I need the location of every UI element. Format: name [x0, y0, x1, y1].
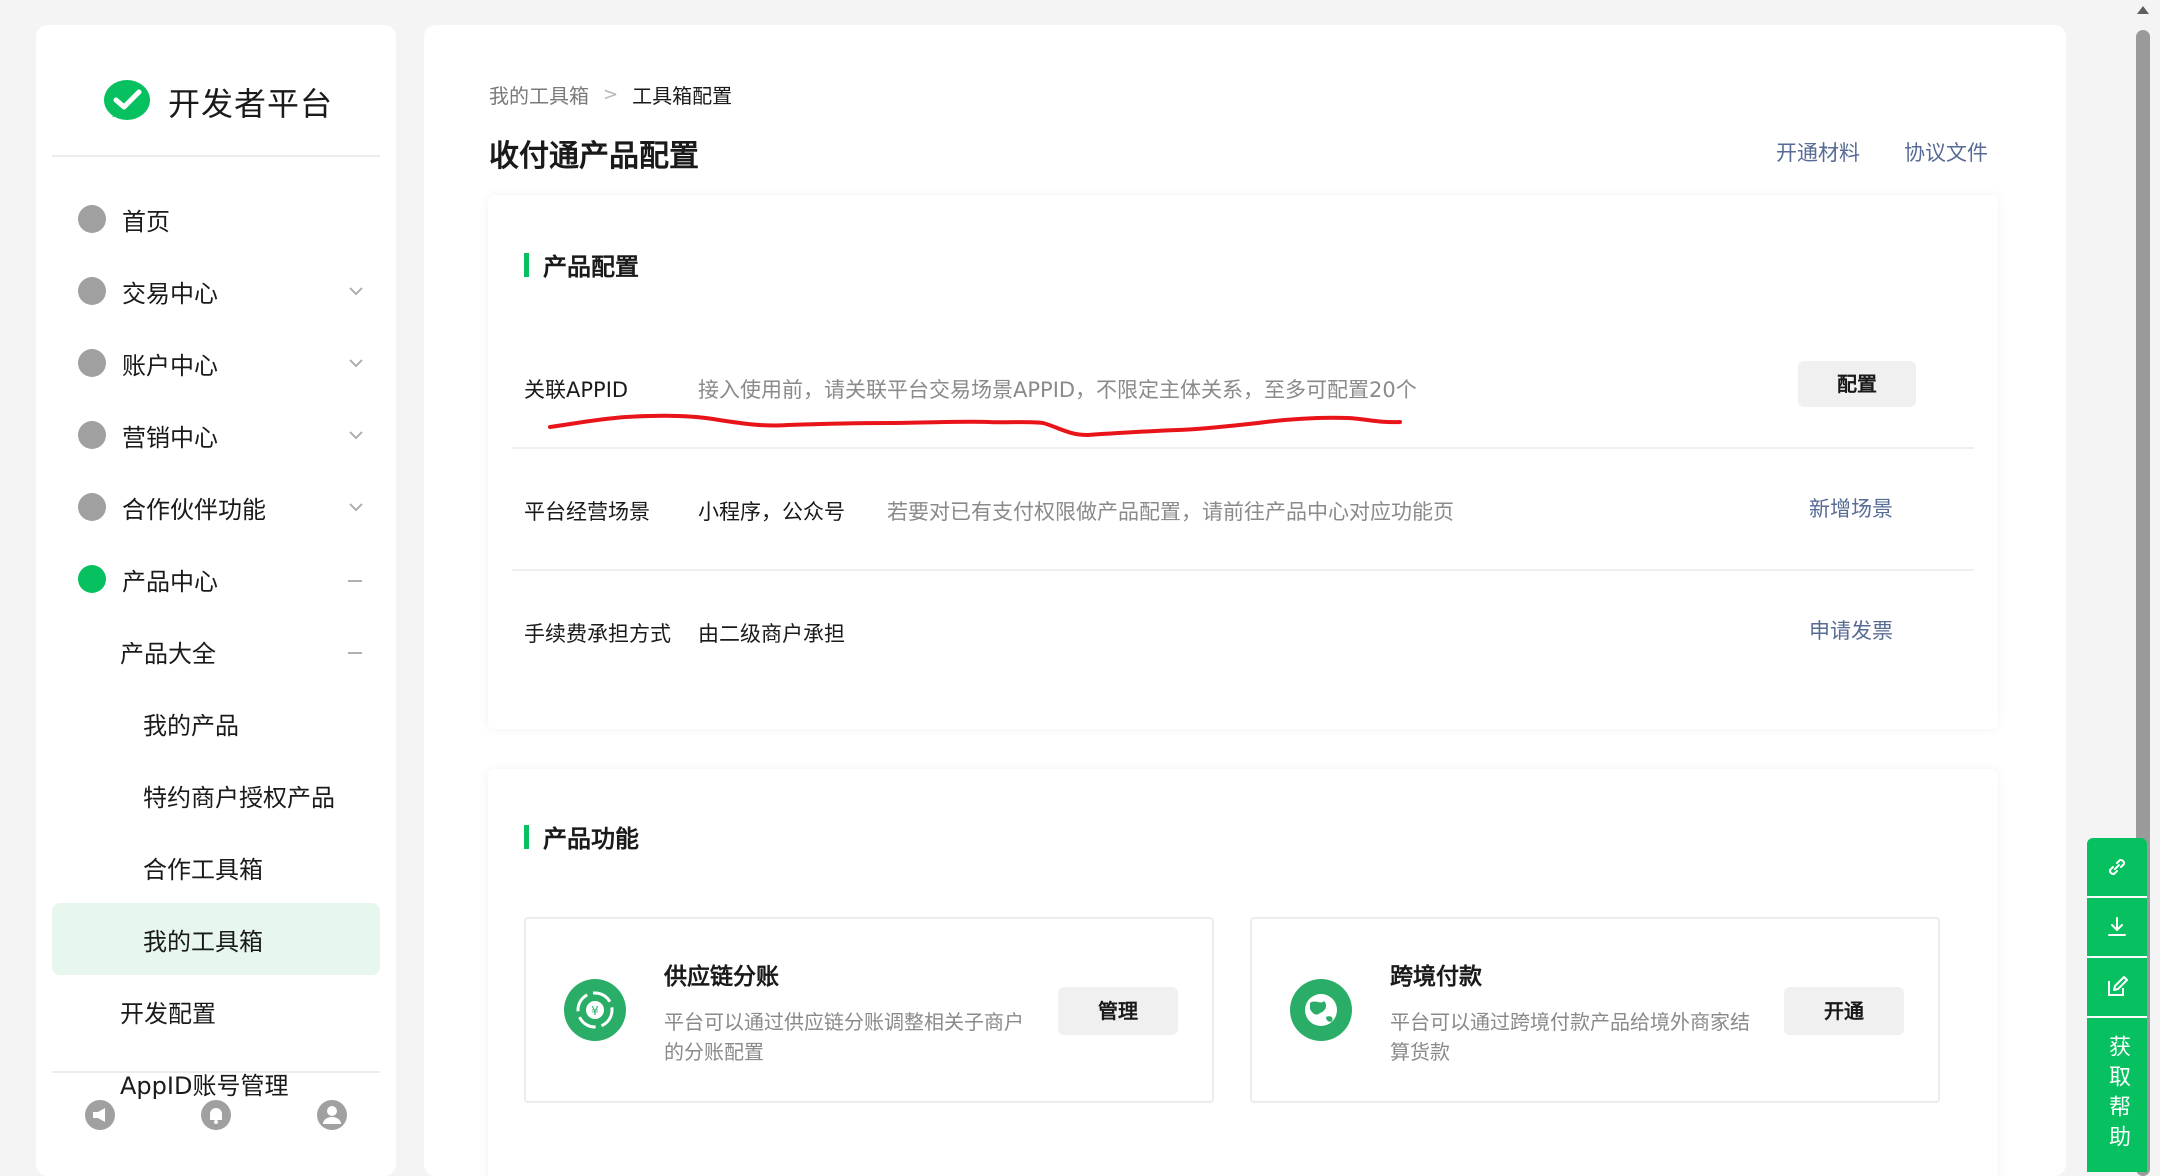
sidebar-item-partner[interactable]: 合作伙伴功能: [52, 471, 380, 543]
sidebar-item-label: 首页: [122, 207, 170, 236]
link-button[interactable]: [2087, 838, 2147, 898]
sidebar: 开发者平台 首页 交易中心 账户中心 营销中心 合作伙伴功能 产品中心 产品大全…: [36, 25, 396, 1176]
section-title: 产品功能: [524, 819, 639, 854]
chevron-down-icon: [349, 431, 363, 440]
product-center-icon: [78, 565, 106, 593]
main-content: 我的工具箱 > 工具箱配置 收付通产品配置 开通材料 协议文件 产品配置 关联A…: [424, 25, 2066, 1176]
bell-icon[interactable]: [200, 1099, 232, 1131]
sidebar-item-label: 交易中心: [122, 279, 218, 308]
page-title: 收付通产品配置: [489, 139, 699, 174]
row-key: 平台经营场景: [524, 500, 650, 524]
trade-icon: [78, 277, 106, 305]
breadcrumb: 我的工具箱 > 工具箱配置: [489, 80, 732, 109]
row-value: 小程序，公众号: [698, 500, 845, 524]
svg-text:¥: ¥: [591, 1004, 599, 1018]
product-functions-card: 产品功能 ¥ 供应链分账 平台可以通过供应链分账调整相关子商户的分账配置 管理 …: [488, 769, 1998, 1176]
config-row-scene: 平台经营场景 小程序，公众号 若要对已有支付权限做产品配置，请前往产品中心对应功…: [512, 451, 1974, 571]
sidebar-item-account[interactable]: 账户中心: [52, 327, 380, 399]
marketing-icon: [78, 421, 106, 449]
account-icon: [78, 349, 106, 377]
section-bar: [524, 252, 529, 277]
chevron-down-icon: [349, 503, 363, 512]
link-agreement[interactable]: 协议文件: [1904, 137, 1988, 167]
scroll-up-arrow-icon[interactable]: [2137, 6, 2149, 14]
config-row-fee: 手续费承担方式 由二级商户承担 申请发票: [512, 573, 1974, 693]
globe-icon: [1290, 979, 1352, 1041]
link-materials[interactable]: 开通材料: [1776, 137, 1860, 167]
sidebar-item-home[interactable]: 首页: [52, 183, 380, 255]
sidebar-nav: 首页 交易中心 账户中心 营销中心 合作伙伴功能 产品中心 产品大全 我的产品 …: [52, 183, 380, 1119]
edit-button[interactable]: [2087, 958, 2147, 1018]
chevron-down-icon: [349, 359, 363, 368]
sidebar-item-product-catalog[interactable]: 产品大全: [52, 615, 380, 687]
sidebar-footer: [84, 1099, 348, 1131]
function-card-cross-border: 跨境付款 平台可以通过跨境付款产品给境外商家结算货款 开通: [1250, 917, 1940, 1103]
sidebar-item-label: 我的工具箱: [143, 927, 263, 956]
sidebar-item-label: 我的产品: [143, 711, 239, 740]
divider: [52, 155, 380, 157]
sidebar-item-marketing[interactable]: 营销中心: [52, 399, 380, 471]
section-title: 产品配置: [524, 247, 639, 282]
apply-invoice-link[interactable]: 申请发票: [1809, 615, 1893, 645]
yuan-share-icon: ¥: [564, 979, 626, 1041]
get-help-button[interactable]: 获取帮助: [2087, 1018, 2147, 1172]
link-icon: [2108, 858, 2126, 876]
add-scene-link[interactable]: 新增场景: [1809, 493, 1893, 523]
row-key: 手续费承担方式: [524, 622, 671, 646]
sidebar-item-trade[interactable]: 交易中心: [52, 255, 380, 327]
row-hint: 若要对已有支付权限做产品配置，请前往产品中心对应功能页: [887, 500, 1454, 524]
function-name: 供应链分账: [664, 964, 779, 990]
chevron-right-icon: >: [603, 84, 619, 105]
sidebar-item-my-toolbox[interactable]: 我的工具箱: [52, 903, 380, 975]
sidebar-item-label: 合作伙伴功能: [122, 495, 266, 524]
floating-help-bar: 获取帮助: [2087, 838, 2147, 1172]
collapse-icon: [348, 580, 362, 582]
logo[interactable]: 开发者平台: [102, 77, 333, 127]
home-icon: [78, 205, 106, 233]
section-bar: [524, 824, 529, 849]
function-desc: 平台可以通过供应链分账调整相关子商户的分账配置: [664, 1010, 1024, 1064]
sidebar-item-label: 特约商户授权产品: [143, 783, 335, 812]
manage-button[interactable]: 管理: [1058, 987, 1178, 1035]
function-card-supply-chain: ¥ 供应链分账 平台可以通过供应链分账调整相关子商户的分账配置 管理: [524, 917, 1214, 1103]
row-value: 由二级商户承担: [698, 622, 845, 646]
function-name: 跨境付款: [1390, 964, 1482, 990]
enable-button[interactable]: 开通: [1784, 987, 1904, 1035]
section-title-text: 产品功能: [543, 825, 639, 853]
download-icon: [2108, 917, 2126, 936]
download-button[interactable]: [2087, 898, 2147, 958]
function-desc: 平台可以通过跨境付款产品给境外商家结算货款: [1390, 1010, 1750, 1064]
partner-icon: [78, 493, 106, 521]
section-title-text: 产品配置: [543, 253, 639, 281]
sidebar-item-label: 营销中心: [122, 423, 218, 452]
configure-button[interactable]: 配置: [1798, 361, 1916, 407]
sidebar-item-label: 合作工具箱: [143, 855, 263, 884]
divider: [52, 1071, 380, 1073]
chevron-down-icon: [349, 287, 363, 296]
sidebar-item-label: 开发配置: [120, 999, 216, 1028]
top-links: 开通材料 协议文件: [1776, 137, 1988, 167]
row-hint: 接入使用前，请关联平台交易场景APPID，不限定主体关系，至多可配置20个: [698, 378, 1417, 402]
row-key: 关联APPID: [524, 378, 629, 402]
edit-icon: [2108, 976, 2128, 996]
sidebar-item-my-products[interactable]: 我的产品: [52, 687, 380, 759]
red-annotation-underline: [548, 413, 1402, 438]
user-icon[interactable]: [316, 1099, 348, 1131]
sidebar-item-partner-toolbox[interactable]: 合作工具箱: [52, 831, 380, 903]
sidebar-item-authorized-products[interactable]: 特约商户授权产品: [52, 759, 380, 831]
sidebar-item-label: 产品中心: [122, 567, 218, 596]
sidebar-item-dev-config[interactable]: 开发配置: [52, 975, 380, 1047]
breadcrumb-parent[interactable]: 我的工具箱: [489, 80, 589, 109]
sidebar-item-product-center[interactable]: 产品中心: [52, 543, 380, 615]
product-config-card: 产品配置 关联APPID 接入使用前，请关联平台交易场景APPID，不限定主体关…: [488, 195, 1998, 729]
logo-text: 开发者平台: [168, 85, 334, 123]
breadcrumb-current: 工具箱配置: [632, 84, 733, 108]
megaphone-icon[interactable]: [84, 1099, 116, 1131]
wechat-logo-icon: [104, 80, 150, 120]
sidebar-item-label: 账户中心: [122, 351, 218, 380]
sidebar-item-label: 产品大全: [120, 639, 216, 668]
collapse-icon: [348, 652, 362, 654]
